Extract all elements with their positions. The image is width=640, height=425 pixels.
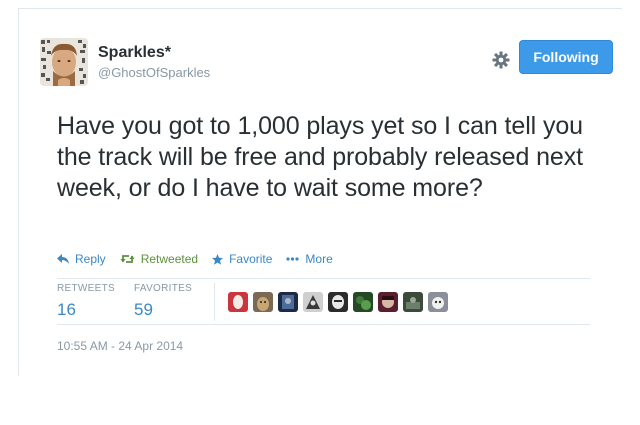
gear-icon[interactable] [492, 51, 510, 69]
favoriter-avatar[interactable] [228, 292, 248, 312]
more-dots-icon [286, 257, 300, 261]
reply-label: Reply [75, 252, 106, 266]
favoriter-avatars [228, 292, 453, 312]
favoriter-avatar[interactable] [303, 292, 323, 312]
tweet-text: Have you got to 1,000 plays yet so I can… [57, 112, 583, 202]
favoriter-avatar[interactable] [353, 292, 373, 312]
retweet-label: Retweeted [140, 252, 199, 266]
star-icon [212, 253, 224, 265]
avatar[interactable] [40, 38, 88, 86]
tweet-timestamp[interactable]: 10:55 AM - 24 Apr 2014 [57, 339, 183, 353]
favoriter-avatar[interactable] [428, 292, 448, 312]
divider-top [57, 278, 590, 279]
reply-button[interactable]: Reply [57, 252, 106, 266]
retweets-count: 16 [57, 300, 76, 319]
divider-bottom [57, 324, 590, 325]
retweet-icon [120, 255, 135, 263]
favorites-count: 59 [134, 300, 153, 319]
favoriter-avatar[interactable] [278, 292, 298, 312]
user-handle[interactable]: @GhostOfSparkles [98, 64, 210, 82]
favorites-label: FAVORITES [134, 283, 193, 294]
favoriter-avatar[interactable] [378, 292, 398, 312]
retweet-button[interactable]: Retweeted [120, 252, 198, 266]
favoriter-avatar[interactable] [253, 292, 273, 312]
more-button[interactable]: More [286, 252, 333, 266]
more-label: More [305, 252, 333, 266]
favorite-label: Favorite [229, 252, 273, 266]
retweets-label: RETWEETS [57, 283, 115, 294]
display-name[interactable]: Sparkles* [98, 43, 210, 63]
tweet-actions: Reply Retweeted Favorite More [57, 251, 347, 267]
favorite-button[interactable]: Favorite [212, 252, 272, 266]
tweet-header: Sparkles* @GhostOfSparkles Following [40, 38, 613, 94]
favoriter-avatar[interactable] [328, 292, 348, 312]
stats-divider [214, 283, 215, 321]
favoriter-avatar[interactable] [403, 292, 423, 312]
favorites-stat[interactable]: FAVORITES 59 [134, 283, 192, 321]
user-name-block: Sparkles* @GhostOfSparkles [98, 43, 210, 82]
reply-icon [57, 254, 69, 264]
following-button[interactable]: Following [519, 40, 613, 74]
retweets-stat[interactable]: RETWEETS 16 [57, 283, 115, 321]
